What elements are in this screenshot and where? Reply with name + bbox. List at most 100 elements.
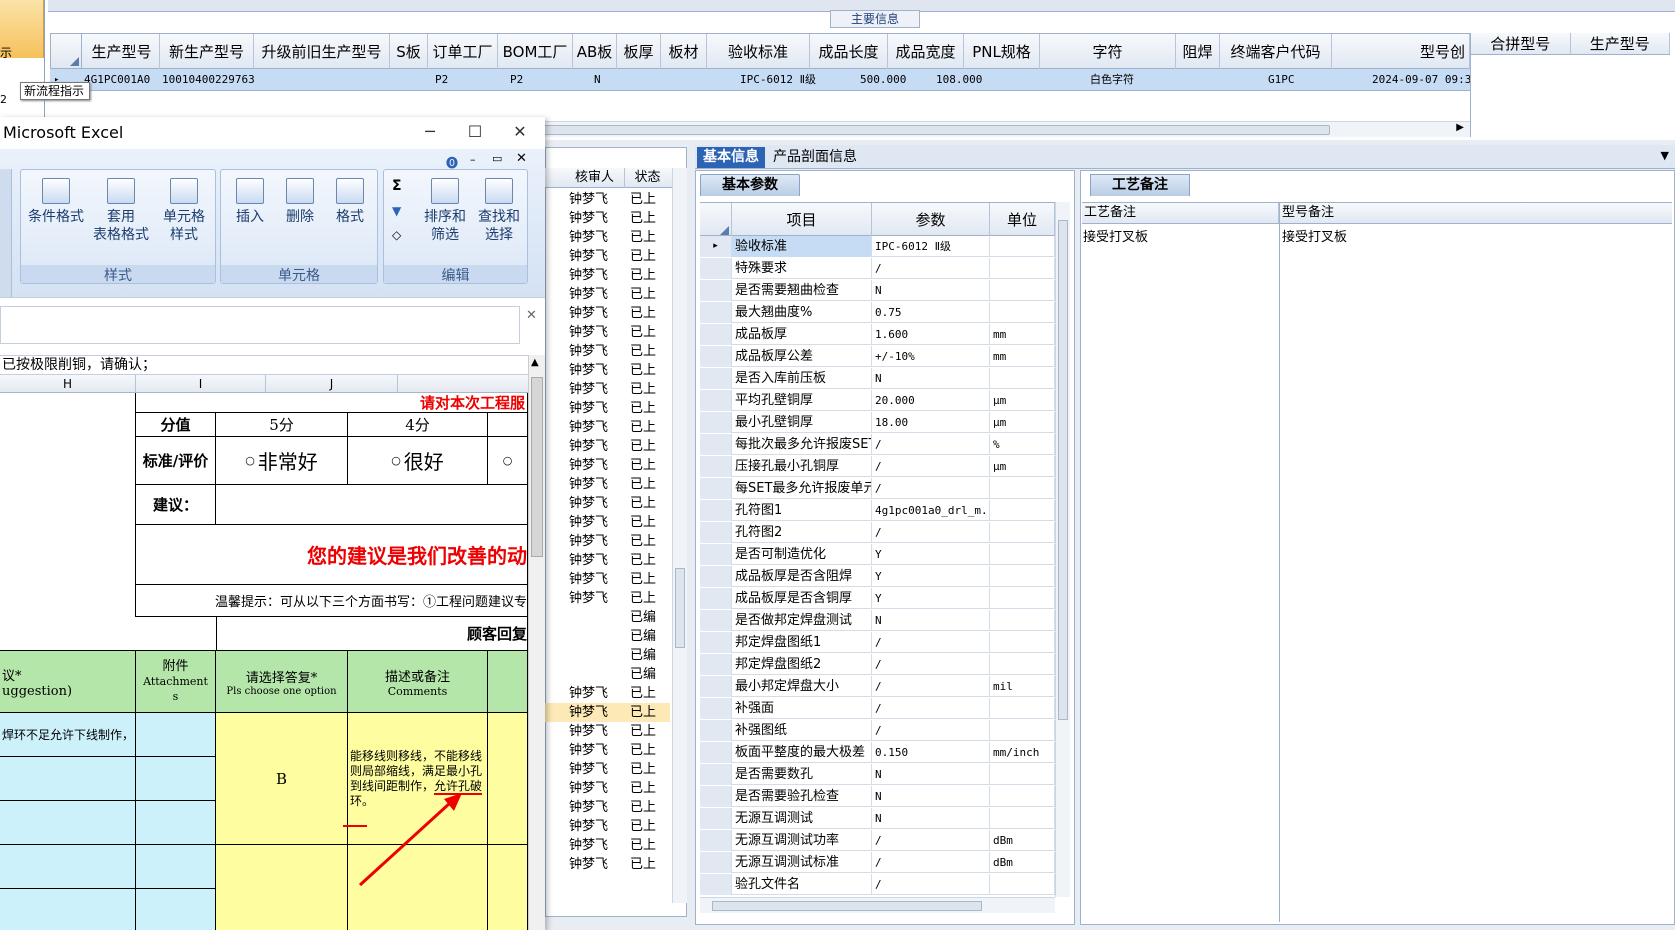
table-row[interactable]: 钟梦飞 已上 bbox=[545, 855, 670, 874]
tab-basic-info[interactable]: 基本信息 bbox=[697, 147, 765, 168]
col-material[interactable]: 板材 bbox=[661, 34, 707, 70]
formula-close-icon[interactable]: ✕ bbox=[526, 308, 537, 323]
col-process-note[interactable]: 工艺备注 bbox=[1084, 203, 1279, 223]
param-value[interactable]: Y bbox=[872, 544, 990, 565]
param-value[interactable]: / bbox=[872, 654, 990, 675]
param-unit[interactable]: mm bbox=[990, 346, 1055, 367]
grid-corner[interactable] bbox=[50, 33, 82, 69]
table-row[interactable]: 最小孔壁铜厚 18.00 μm bbox=[700, 412, 1055, 433]
formula-area[interactable]: ✕ bbox=[0, 297, 545, 355]
row-selector[interactable] bbox=[700, 500, 732, 521]
table-row[interactable]: 钟梦飞 已上 bbox=[545, 475, 670, 494]
param-value[interactable]: Y bbox=[872, 588, 990, 609]
process-note-value[interactable]: 接受打叉板 bbox=[1083, 226, 1273, 246]
col-new-model[interactable]: 新生产型号 bbox=[160, 34, 254, 70]
row-selector[interactable] bbox=[700, 258, 732, 279]
table-row[interactable]: 每SET最多允许报废单元 / bbox=[700, 478, 1055, 499]
param-value[interactable]: / bbox=[872, 522, 990, 543]
table-row[interactable]: 已编 bbox=[545, 665, 670, 684]
score-4[interactable]: 4分 bbox=[348, 413, 488, 437]
table-row[interactable]: 钟梦飞 已上 bbox=[545, 817, 670, 836]
table-row[interactable]: 是否需要翘曲检查 N bbox=[700, 280, 1055, 301]
row-selector[interactable] bbox=[700, 522, 732, 543]
row-selector[interactable] bbox=[700, 808, 732, 829]
param-value[interactable]: / bbox=[872, 720, 990, 741]
table-row[interactable]: 是否可制造优化 Y bbox=[700, 544, 1055, 565]
table-row[interactable]: 孔符图1 4g1pc001a0_drl_m... bbox=[700, 500, 1055, 521]
col-order-factory[interactable]: 订单工厂 bbox=[428, 34, 498, 70]
param-unit[interactable] bbox=[990, 588, 1055, 609]
ribbon-close-icon[interactable]: ✕ bbox=[516, 151, 527, 166]
table-row[interactable]: 钟梦飞 已上 bbox=[545, 266, 670, 285]
score-label[interactable]: 分值 bbox=[136, 413, 216, 437]
param-value[interactable]: 0.75 bbox=[872, 302, 990, 323]
excel-vscrollbar[interactable]: ▲ bbox=[528, 355, 545, 930]
table-row[interactable]: 邦定焊盘图纸1/ bbox=[700, 632, 1055, 653]
param-value[interactable]: 1.600 bbox=[872, 324, 990, 345]
table-row[interactable]: 是否入库前压板 N bbox=[700, 368, 1055, 389]
table-row[interactable]: 钟梦飞 已上 bbox=[545, 456, 670, 475]
radio-icon[interactable]: ○ bbox=[503, 454, 513, 467]
table-row[interactable]: 成品板厚 1.600 mm bbox=[700, 324, 1055, 345]
row-selector[interactable] bbox=[700, 412, 732, 433]
table-row[interactable]: 钟梦飞 已上 bbox=[545, 190, 670, 209]
param-unit[interactable] bbox=[990, 302, 1055, 323]
table-row[interactable]: 钟梦飞 已上 bbox=[545, 589, 670, 608]
table-row[interactable]: 钟梦飞 已上 bbox=[545, 703, 670, 722]
param-unit[interactable] bbox=[990, 566, 1055, 587]
row-selector[interactable] bbox=[700, 610, 732, 631]
suggestion-label[interactable]: 建议： bbox=[136, 485, 216, 525]
row-selector[interactable] bbox=[700, 852, 732, 873]
ribbon-minimize-icon[interactable]: – bbox=[470, 153, 476, 166]
table-row[interactable]: 邦定焊盘图纸2/ bbox=[700, 654, 1055, 675]
param-unit[interactable] bbox=[990, 478, 1055, 499]
param-value[interactable]: / bbox=[872, 698, 990, 719]
blank-cell[interactable] bbox=[0, 393, 136, 617]
col-unit[interactable]: 单位 bbox=[990, 203, 1055, 237]
row-selector[interactable] bbox=[700, 368, 732, 389]
param-value[interactable]: IPC-6012 Ⅱ级 bbox=[872, 236, 990, 257]
col-item[interactable]: 项目 bbox=[732, 203, 872, 237]
col-old-model[interactable]: 升级前旧生产型号 bbox=[254, 34, 390, 70]
table-row[interactable]: 已编 bbox=[545, 627, 670, 646]
col-s-board[interactable]: S板 bbox=[390, 34, 428, 70]
table-row[interactable]: 钟梦飞 已上 bbox=[545, 342, 670, 361]
params-vscrollbar[interactable] bbox=[1055, 202, 1070, 897]
spreadsheet-grid[interactable]: 请对本次工程服 分值 5分 4分 标准/评价 ○ 非常好 ○ 很好 ○ 建议： 您的… bbox=[0, 393, 528, 930]
subtab-basic-params[interactable]: 基本参数 bbox=[700, 174, 800, 196]
table-row[interactable]: 压接孔最小孔铜厚 / μm bbox=[700, 456, 1055, 477]
param-value[interactable]: / bbox=[872, 830, 990, 851]
table-format-button[interactable]: 套用 表格格式 bbox=[89, 178, 153, 244]
row-selector[interactable] bbox=[700, 566, 732, 587]
blank-cell[interactable] bbox=[0, 757, 136, 801]
radio-icon[interactable]: ○ bbox=[391, 454, 401, 467]
attachment-cell[interactable] bbox=[136, 713, 216, 757]
row-selector[interactable] bbox=[700, 764, 732, 785]
param-unit[interactable] bbox=[990, 258, 1055, 279]
param-unit[interactable] bbox=[990, 874, 1055, 895]
formula-box[interactable] bbox=[0, 306, 520, 344]
table-row[interactable]: 钟梦飞 已上 bbox=[545, 741, 670, 760]
ribbon-restore-icon[interactable]: ▭ bbox=[492, 152, 502, 165]
param-value[interactable]: N bbox=[872, 368, 990, 389]
row-selector[interactable] bbox=[700, 676, 732, 697]
param-unit[interactable]: μm bbox=[990, 412, 1055, 433]
row-selector[interactable] bbox=[700, 280, 732, 301]
table-row[interactable]: 钟梦飞 已上 bbox=[545, 323, 670, 342]
param-value[interactable]: N bbox=[872, 786, 990, 807]
col-customer-code[interactable]: 终端客户代码 bbox=[1220, 34, 1332, 70]
table-row[interactable]: 钟梦飞 已上 bbox=[545, 722, 670, 741]
find-select-button[interactable]: 查找和 选择 bbox=[472, 178, 526, 244]
param-value[interactable]: Y bbox=[872, 566, 990, 587]
blank-cell[interactable] bbox=[488, 651, 528, 713]
row-selector[interactable] bbox=[700, 478, 732, 499]
table-row[interactable]: 钟梦飞 已上 bbox=[545, 209, 670, 228]
answer-cell[interactable]: B bbox=[216, 713, 348, 845]
table-row[interactable]: 是否做邦定焊盘测试 N bbox=[700, 610, 1055, 631]
col-status[interactable]: 状态 bbox=[625, 168, 670, 188]
row-selector[interactable] bbox=[700, 346, 732, 367]
table-row[interactable]: 已编 bbox=[545, 646, 670, 665]
row-selector[interactable] bbox=[700, 456, 732, 477]
param-unit[interactable]: dBm bbox=[990, 852, 1055, 873]
table-row[interactable]: 钟梦飞 已上 bbox=[545, 570, 670, 589]
